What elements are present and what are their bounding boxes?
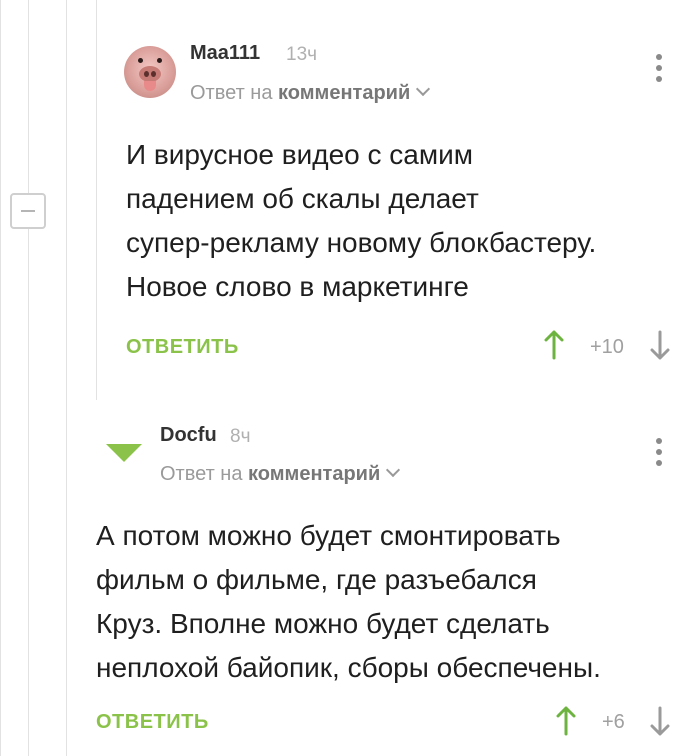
- username[interactable]: Docfu: [160, 424, 217, 447]
- rating-value: +10: [590, 336, 624, 358]
- reply-to-link[interactable]: Ответ на комментарий: [160, 462, 401, 486]
- comment-line: падением об скалы делает: [126, 183, 479, 214]
- comment-line: А потом можно будет смонтировать: [96, 520, 561, 551]
- rating-down-triangle-icon: [106, 444, 142, 462]
- kebab-menu-icon[interactable]: [656, 438, 662, 471]
- reply-to-prefix: Ответ на: [190, 82, 279, 104]
- thread-line: [0, 0, 1, 756]
- thread-line: [28, 0, 29, 756]
- minus-icon: [21, 210, 35, 212]
- arrow-up-icon[interactable]: [556, 706, 576, 736]
- comment-line: Круз. Вполне можно будет сделать: [96, 608, 550, 639]
- arrow-down-icon[interactable]: [650, 330, 670, 360]
- rating-value: +6: [602, 711, 625, 733]
- reply-button[interactable]: ОТВЕТИТЬ: [126, 336, 239, 359]
- collapse-thread-button[interactable]: [10, 193, 46, 229]
- comment-time: 13ч: [286, 44, 318, 65]
- reply-to-prefix: Ответ на: [160, 463, 249, 485]
- comment-time: 8ч: [230, 426, 251, 447]
- thread-line: [96, 0, 97, 400]
- comment-line: И вирусное видео с самим: [126, 139, 474, 170]
- comment-body: А потом можно будет смонтировать фильм о…: [96, 514, 601, 690]
- comment-line: неплохой байопик, сборы обеспечены.: [96, 652, 601, 683]
- reply-to-link[interactable]: Ответ на комментарий: [190, 81, 431, 105]
- kebab-menu-icon[interactable]: [656, 54, 662, 87]
- comment-line: фильм о фильме, где разъебался: [96, 564, 537, 595]
- chevron-down-icon: [386, 462, 401, 478]
- chevron-down-icon: [416, 81, 431, 97]
- snout: [139, 66, 161, 82]
- arrow-up-icon[interactable]: [544, 330, 564, 360]
- comment-line: Новое слово в маркетинге: [126, 271, 469, 302]
- avatar[interactable]: [124, 46, 176, 98]
- eye: [157, 58, 162, 63]
- comment-line: супер-рекламу новому блокбастеру.: [126, 227, 597, 258]
- reply-to-target: комментарий: [248, 463, 381, 485]
- thread-line: [66, 0, 67, 756]
- username[interactable]: Maa111: [190, 42, 260, 65]
- arrow-down-icon[interactable]: [650, 706, 670, 736]
- reply-button[interactable]: ОТВЕТИТЬ: [96, 711, 209, 734]
- eye: [138, 58, 143, 63]
- comment-body: И вирусное видео с самим падением об ска…: [126, 133, 596, 309]
- tongue: [144, 81, 156, 91]
- reply-to-target: комментарий: [278, 82, 411, 104]
